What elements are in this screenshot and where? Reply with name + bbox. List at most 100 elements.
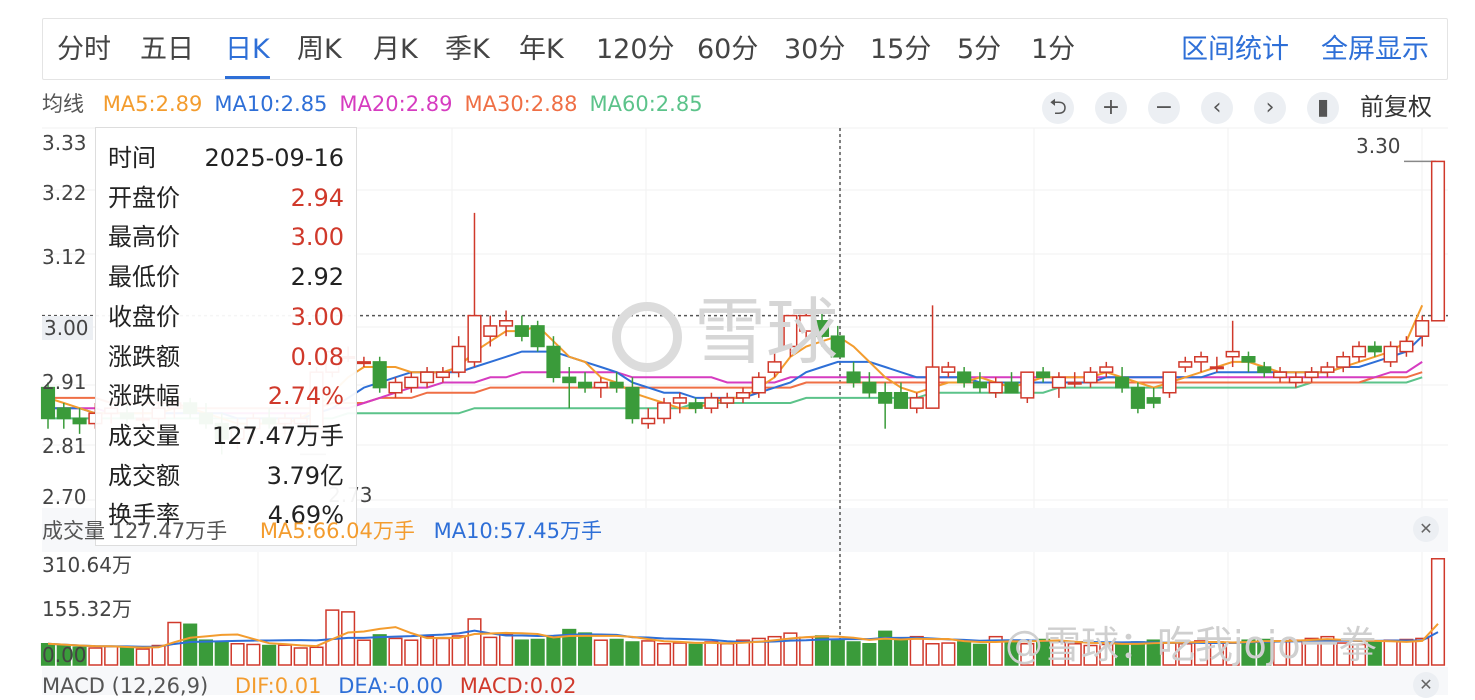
candle-body [988,381,1003,394]
volume-bar [957,641,972,666]
tooltip-row: 开盘价 2.94 [108,178,344,218]
volume-bar [830,639,845,666]
candle-body [672,397,687,404]
tooltip-row: 涨跌额 0.08 [108,337,344,377]
volume-bar [688,643,703,666]
tooltip-row: 涨跌幅 2.74% [108,376,344,416]
candle-body [1383,345,1398,363]
candle-body [641,417,656,425]
volume-bar [262,644,277,666]
volume-bar [593,639,608,666]
volume-bar [435,637,450,666]
volume-bar [735,639,751,666]
volume-bar [799,636,814,666]
period-high-label: 3.30 [1356,134,1401,158]
candle-body [404,376,419,389]
tooltip-value: 0.08 [290,342,344,371]
tooltip-value: 2.92 [290,263,344,292]
candle-body [1241,356,1256,363]
tooltip-value: 2025-09-16 [204,144,344,172]
close-icon[interactable]: ✕ [1413,672,1439,698]
volume-bar [372,634,387,666]
tooltip-row: 时间 2025-09-16 [108,138,344,178]
tooltip-row: 成交额 3.79亿 [108,456,344,496]
candle-body [1162,371,1177,394]
volume-bar [941,642,956,666]
candle-body [1430,160,1446,322]
footer-watermark: @雪球：吃我jojo一拳 [1005,623,1377,667]
volume-axis-label: 0.00 [42,643,87,667]
volume-bar [546,635,561,666]
volume-bar [625,641,640,666]
candle-body [862,381,877,394]
close-icon[interactable]: ✕ [1413,516,1439,542]
candle-body [704,397,719,409]
price-axis-label: 2.91 [42,370,87,394]
candle-body [625,386,640,420]
crosshair-price-label: 3.00 [42,316,93,340]
candle-body [846,371,861,384]
volume-bar [909,635,924,666]
candle-body [546,345,561,379]
candle-body [1320,366,1335,373]
candle-body [909,397,924,409]
tooltip-key: 涨跌幅 [108,382,180,411]
volume-bar [293,647,308,666]
volume-bar [704,641,719,666]
tooltip-value: 127.47万手 [212,421,344,450]
macd-dif: DIF:0.01 [234,674,322,698]
candle-body [420,371,435,384]
candle-body [451,345,466,373]
candle-body [372,361,387,389]
macd-dea: DEA:-0.00 [338,674,444,698]
volume-bar [451,635,466,666]
tooltip-value: 3.00 [290,302,344,331]
candle-body [1272,371,1288,379]
volume-ma5: MA5:66.04万手 [259,519,415,543]
candle-body [1020,371,1035,399]
candle-body [1351,345,1367,358]
candle-body [577,381,593,389]
candle-body [1051,376,1066,389]
volume-bar [246,643,261,666]
candle-body [1225,350,1240,358]
volume-bar [862,643,877,666]
tooltip-value: 2.94 [290,183,344,212]
candle-body [514,325,529,337]
volume-bar [1430,558,1446,666]
candle-body [1083,371,1098,384]
tooltip-row: 成交量 127.47万手 [108,416,344,456]
volume-legend: 成交量 127.47万手 MA5:66.04万手 MA10:57.45万手 [42,515,602,547]
volume-axis-label: 310.64万 [42,553,132,577]
price-axis-label: 3.12 [42,245,87,269]
volume-bar [609,638,624,666]
candle-body [957,371,972,384]
candle-body [941,366,956,373]
tooltip-key: 最高价 [108,223,180,252]
volume-bar [183,623,198,666]
candle-body [893,391,909,409]
volume-bar [1415,637,1430,666]
candle-body [467,314,482,363]
volume-bar [893,639,909,666]
volume-bar [388,637,403,666]
volume-ma10: MA10:57.45万手 [433,519,602,543]
tooltip-key: 成交额 [108,461,180,490]
candle-body [593,381,608,389]
candle-body [1288,376,1303,384]
volume-bar [151,644,166,666]
volume-label: 成交量 127.47万手 [42,519,228,543]
candle-body [1130,386,1145,409]
tooltip-value: 3.79亿 [266,461,344,490]
volume-bar [878,630,893,666]
candle-body [609,381,624,389]
tooltip-value: 2.74% [267,382,344,411]
tooltip-key: 最低价 [108,263,180,292]
candle-body [388,381,403,394]
tooltip-row: 最高价 3.00 [108,217,344,257]
candle-body [435,371,450,379]
volume-bar [230,643,245,666]
watermark-text: 雪球 [694,290,839,374]
candle-body [72,417,87,425]
candle-body [720,397,735,404]
